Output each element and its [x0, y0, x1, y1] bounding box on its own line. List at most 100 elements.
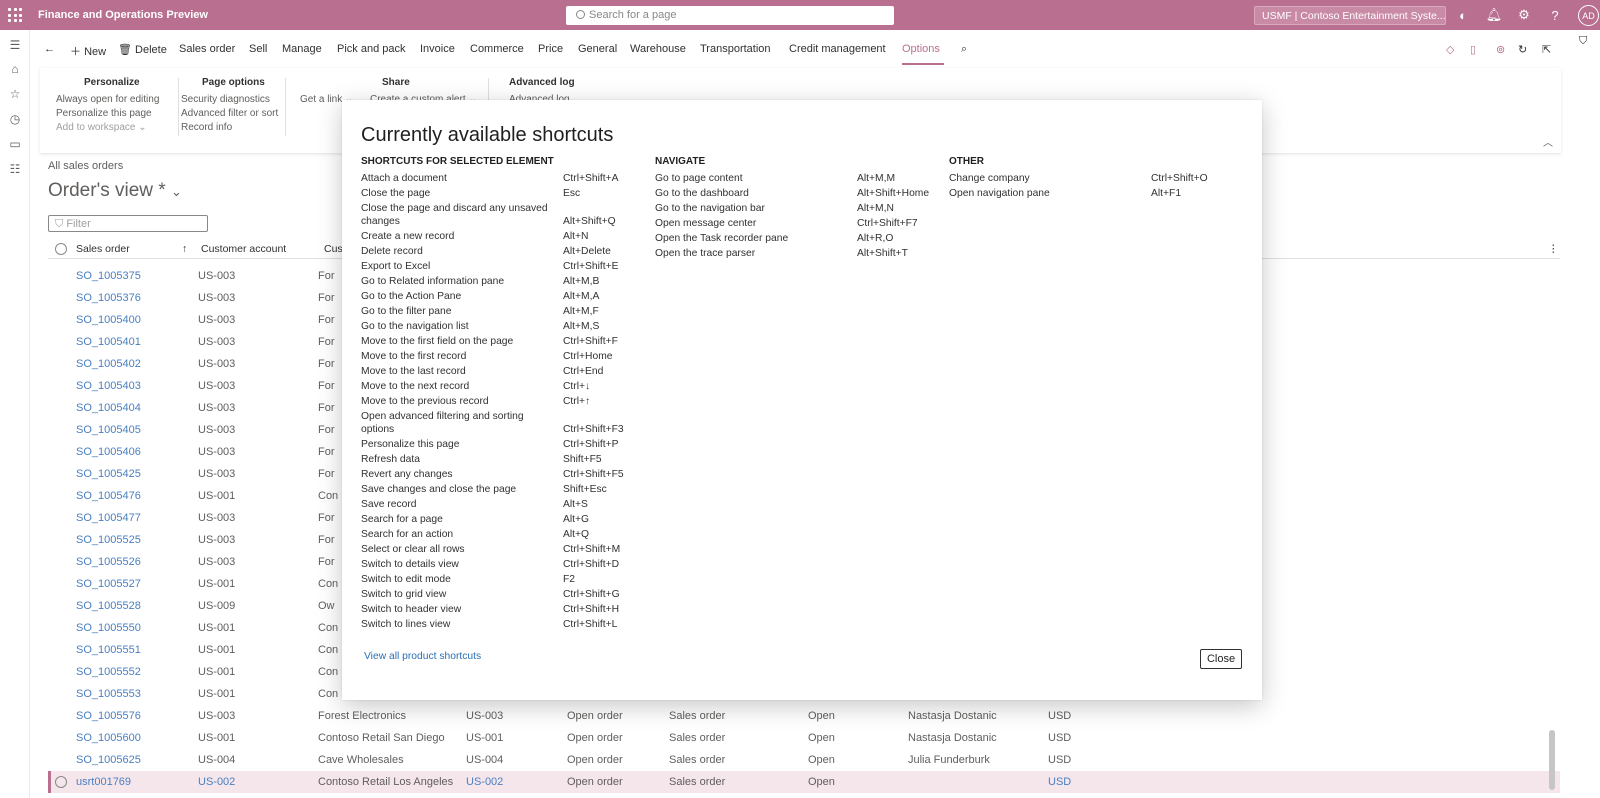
shortcut-name: Switch to lines view — [361, 619, 451, 630]
column-customer-name[interactable]: Cus — [324, 243, 343, 255]
more-options-icon[interactable]: ⋮ — [1548, 243, 1559, 255]
tab-warehouse[interactable]: Warehouse — [630, 43, 686, 55]
advanced-filter-or-sort-button[interactable]: Advanced filter or sort — [181, 108, 278, 119]
tab-general[interactable]: General — [578, 43, 617, 55]
cell-sales-order[interactable]: SO_1005576 — [76, 710, 141, 722]
cell-sales-order[interactable]: SO_1005476 — [76, 490, 141, 502]
breadcrumb[interactable]: All sales orders — [48, 160, 123, 172]
hamburger-menu-icon[interactable]: ☰ — [8, 38, 22, 52]
select-all-radio[interactable] — [55, 243, 67, 255]
cell-customer-account: US-001 — [198, 644, 236, 656]
cell-customer-account: US-001 — [198, 578, 236, 590]
always-open-for-editing-button[interactable]: Always open for editing — [56, 94, 159, 105]
cell-sales-order[interactable]: SO_1005528 — [76, 600, 141, 612]
view-selector[interactable]: Order's view * ⌄ — [48, 180, 182, 202]
row-select-radio[interactable] — [55, 776, 67, 788]
modules-list-icon[interactable]: ☷ — [8, 162, 22, 176]
cell-sales-order[interactable]: SO_1005553 — [76, 688, 141, 700]
app-launcher-icon[interactable] — [8, 8, 22, 22]
filter-icon[interactable]: ⛉ — [1579, 35, 1587, 48]
cell-sales-order[interactable]: SO_1005401 — [76, 336, 141, 348]
shortcut-keys: Shift+Esc — [563, 484, 607, 495]
cell-sales-order[interactable]: SO_1005551 — [76, 644, 141, 656]
cell-sales-order[interactable]: SO_1005526 — [76, 556, 141, 568]
tab-transportation[interactable]: Transportation — [700, 43, 771, 55]
cell-sales-order[interactable]: usrt001769 — [76, 776, 131, 788]
close-button[interactable]: Close — [1200, 649, 1242, 669]
cell-order-type: Sales order — [669, 710, 726, 722]
table-row[interactable]: SO_1005576 US-003 Forest Electronics US-003… — [48, 705, 1560, 727]
cell-sales-order[interactable]: SO_1005403 — [76, 380, 141, 392]
table-row[interactable]: SO_1005625 US-004 Cave Wholesales US-004 Ope… — [48, 749, 1560, 771]
grid-scrollbar[interactable] — [1548, 260, 1556, 798]
add-to-workspace-button[interactable]: Add to workspace ⌄ — [56, 122, 147, 133]
shortcut-name: Delete record — [361, 246, 423, 257]
favorites-star-icon[interactable]: ☆ — [8, 87, 22, 101]
record-info-button[interactable]: Record info — [181, 122, 232, 133]
delete-button[interactable]: 🗑︎ Delete — [118, 43, 167, 56]
cell-sales-order[interactable]: SO_1005375 — [76, 270, 141, 282]
cell-sales-order[interactable]: SO_1005425 — [76, 468, 141, 480]
column-customer-account[interactable]: Customer account — [201, 243, 286, 255]
cell-sales-order[interactable]: SO_1005625 — [76, 754, 141, 766]
view-all-shortcuts-link[interactable]: View all product shortcuts — [364, 651, 481, 662]
page-search-input[interactable]: Search for a page — [566, 6, 894, 25]
shortcut-keys: Alt+M,F — [563, 306, 599, 317]
cell-customer-account[interactable]: US-002 — [198, 776, 235, 788]
notifications-icon[interactable]: 🔔︎ — [1486, 7, 1503, 23]
cell-sales-order[interactable]: SO_1005552 — [76, 666, 141, 678]
help-icon[interactable]: ? — [1547, 7, 1563, 23]
tab-pick-and-pack[interactable]: Pick and pack — [337, 43, 405, 55]
cell-sales-order[interactable]: SO_1005477 — [76, 512, 141, 524]
company-picker[interactable]: USMF | Contoso Entertainment Syste... — [1254, 6, 1446, 25]
tab-invoice[interactable]: Invoice — [420, 43, 455, 55]
office-icon[interactable]: ▯ — [1470, 43, 1476, 56]
back-arrow-icon[interactable]: ← — [44, 43, 55, 55]
tab-options[interactable]: Options — [902, 43, 940, 55]
cell-sales-order[interactable]: SO_1005600 — [76, 732, 141, 744]
refresh-icon[interactable]: ↻ — [1518, 43, 1527, 56]
filter-input[interactable]: ⛉ Filter — [48, 215, 208, 232]
personalize-this-page-button[interactable]: Personalize this page — [56, 108, 152, 119]
cell-sales-order[interactable]: SO_1005405 — [76, 424, 141, 436]
cell-customer-name: Con — [318, 666, 339, 678]
tab-manage[interactable]: Manage — [282, 43, 322, 55]
tab-credit-management[interactable]: Credit management — [789, 43, 886, 55]
ribbon-divider — [285, 78, 286, 136]
security-diagnostics-button[interactable]: Security diagnostics — [181, 94, 270, 105]
cell-sales-order[interactable]: SO_1005406 — [76, 446, 141, 458]
table-row[interactable]: SO_1005600 US-001 Contoso Retail San Diego… — [48, 727, 1560, 749]
home-icon[interactable]: ⌂ — [8, 62, 22, 76]
cell-customer-name: For — [318, 292, 335, 304]
copilot-icon[interactable]: ◐ — [1455, 7, 1471, 23]
recent-clock-icon[interactable]: ◷ — [8, 112, 22, 126]
collapse-ribbon-icon[interactable]: ︿ — [1543, 134, 1553, 149]
open-new-window-icon[interactable]: ⇱ — [1542, 43, 1551, 56]
shortcut-keys: Alt+Delete — [563, 246, 611, 257]
cell-currency[interactable]: USD — [1048, 776, 1071, 788]
tab-sell[interactable]: Sell — [249, 43, 267, 55]
scrollbar-thumb[interactable] — [1549, 730, 1555, 790]
search-actions-icon[interactable]: ⌕ — [961, 43, 967, 56]
cell-sales-order[interactable]: SO_1005404 — [76, 402, 141, 414]
attachments-icon[interactable]: ⊚ — [1496, 43, 1505, 56]
workspaces-icon[interactable]: ▭ — [8, 137, 22, 151]
tab-sales-order[interactable]: Sales order — [179, 43, 235, 55]
cell-sales-order[interactable]: SO_1005376 — [76, 292, 141, 304]
settings-gear-icon[interactable]: ⚙ — [1516, 7, 1532, 23]
tab-price[interactable]: Price — [538, 43, 563, 55]
cell-sales-order[interactable]: SO_1005402 — [76, 358, 141, 370]
column-sales-order[interactable]: Sales order — [76, 243, 130, 255]
cell-sales-order[interactable]: SO_1005550 — [76, 622, 141, 634]
tab-commerce[interactable]: Commerce — [470, 43, 524, 55]
new-button[interactable]: ＋ New — [70, 43, 106, 59]
cell-sales-order[interactable]: SO_1005527 — [76, 578, 141, 590]
table-row[interactable]: usrt001769 US-002 Contoso Retail Los Angel… — [48, 771, 1560, 793]
cell-sales-order[interactable]: SO_1005525 — [76, 534, 141, 546]
sort-ascending-icon[interactable]: ↑ — [182, 243, 187, 255]
user-avatar[interactable]: AD — [1578, 5, 1599, 26]
cell-customer-account: US-003 — [198, 270, 236, 282]
cell-invoice-account[interactable]: US-002 — [466, 776, 503, 788]
power-apps-icon[interactable]: ◇ — [1446, 43, 1454, 56]
cell-sales-order[interactable]: SO_1005400 — [76, 314, 141, 326]
